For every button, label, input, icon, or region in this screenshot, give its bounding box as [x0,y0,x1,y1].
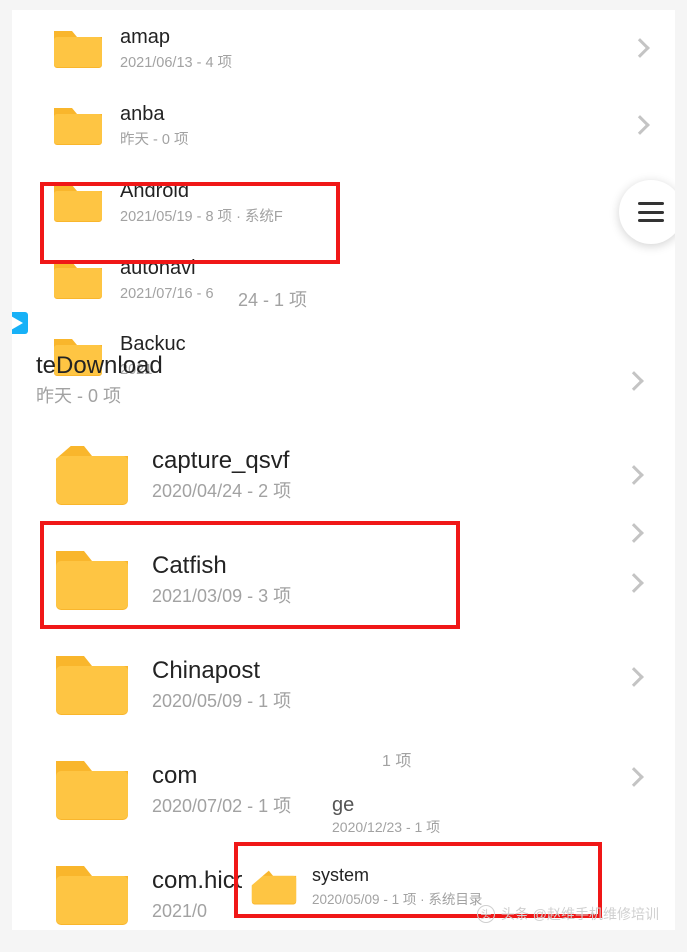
folder-icon [52,181,104,223]
item-meta: 2020/05/09 - 1 项 [152,690,291,713]
list-item[interactable]: Catfish 2021/03/09 - 3 项 [52,545,291,613]
folder-icon [52,545,132,613]
folder-icon [52,27,104,69]
item-meta: 昨天 - 0 项 [36,385,163,408]
item-name: ge [332,792,440,818]
item-name: amap [120,24,633,50]
list-item[interactable]: Chinapost 2020/05/09 - 1 项 [52,650,291,718]
chevron-right-icon [630,39,650,59]
chevron-right-icon [624,465,644,485]
item-meta: 2020/04/24 - 2 项 [152,480,291,503]
folder-icon [52,650,132,718]
folder-icon [52,258,104,300]
item-meta: 2021/05/19 - 8 项 · 系统F [120,208,633,227]
folder-icon [52,440,132,508]
item-meta: 2020/07/02 - 1 项 [152,795,291,818]
item-meta: 2021/03/09 - 3 项 [152,585,291,608]
folder-icon [12,345,16,413]
list-item[interactable]: capture_qsvf 2020/04/24 - 2 项 [52,440,291,508]
item-meta: 2021/07/16 - 6 [120,285,657,304]
item-name: com [152,760,291,791]
folder-icon [250,866,298,906]
attribution: 头 头条 @赵维手机维修培训 [477,904,659,924]
chevron-right-icon [624,667,644,687]
item-meta: 2021/06/13 - 4 项 [120,54,633,73]
list-item[interactable]: amap 2021/06/13 - 4 项 [12,10,675,87]
list-item[interactable]: Android 2021/05/19 - 8 项 · 系统F [12,164,675,241]
hamburger-icon [638,202,664,222]
item-name: capture_qsvf [152,445,291,476]
item-name: anba [120,101,633,127]
item-meta: 2020/12/23 - 1 项 [332,818,440,836]
folder-icon [52,860,132,928]
folder-icon [52,755,132,823]
chevron-right-icon [624,523,644,543]
list-item[interactable]: com 2020/07/02 - 1 项 [52,755,291,823]
chevron-right-icon [624,573,644,593]
item-name: Chinapost [152,655,291,686]
overlay-fragment: ge 2020/12/23 - 1 项 [332,792,440,836]
chevron-right-icon [630,115,650,135]
item-name: autonavi [120,255,657,281]
item-meta: 昨天 - 0 项 [120,131,633,150]
menu-button[interactable] [619,180,675,244]
item-name: teDownload [36,350,163,381]
item-name: Android [120,178,633,204]
item-meta: 2021 [120,361,657,380]
overlay-fragment: 1 项 [382,752,411,773]
item-name: Catfish [152,550,291,581]
source-icon: 头 [477,905,495,923]
list-item[interactable]: autonavi 2021/07/16 - 6 [12,241,675,318]
item-name: system [312,864,584,887]
list-item[interactable]: teDownload 昨天 - 0 项 [52,345,163,413]
chevron-right-icon [624,767,644,787]
folder-icon [52,104,104,146]
item-name: Backuc [120,331,657,357]
list-item[interactable]: anba 昨天 - 0 项 [12,87,675,164]
overlay-fragment: 24 - 1 项 [238,289,307,312]
